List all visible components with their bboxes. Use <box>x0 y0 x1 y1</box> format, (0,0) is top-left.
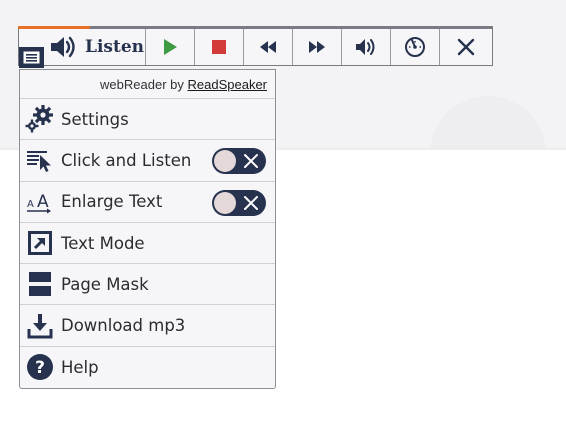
enlarge-text-toggle[interactable] <box>212 189 266 216</box>
toggle-off-icon <box>244 195 258 210</box>
svg-text:A: A <box>27 199 34 210</box>
toggle-off-icon <box>244 154 258 169</box>
svg-text:?: ? <box>35 358 45 378</box>
menu-item-page-mask[interactable]: Page Mask <box>20 264 275 306</box>
listen-label: Listen <box>85 37 145 57</box>
menu-item-label: Enlarge Text <box>61 192 163 212</box>
toggle-knob <box>214 191 236 214</box>
speedometer-icon <box>405 37 426 57</box>
gears-icon <box>25 105 53 133</box>
play-button[interactable] <box>146 29 196 65</box>
menu-item-label: Settings <box>61 109 129 129</box>
play-icon <box>164 39 178 55</box>
menu-header: webReader by ReadSpeaker <box>20 70 275 99</box>
readspeaker-link[interactable]: ReadSpeaker <box>188 77 268 92</box>
page-mask-icon <box>29 272 51 297</box>
listen-button[interactable]: Listen <box>19 29 147 68</box>
background-decoration <box>430 96 546 148</box>
text-mode-icon <box>28 231 52 256</box>
menu-item-label: Click and Listen <box>61 150 192 170</box>
close-button[interactable] <box>440 29 492 65</box>
volume-button[interactable] <box>342 29 392 65</box>
menu-item-click-and-listen[interactable]: Click and Listen <box>20 140 275 182</box>
menu-item-label: Page Mask <box>61 274 149 294</box>
menu-item-text-mode[interactable]: Text Mode <box>20 223 275 265</box>
menu-item-settings[interactable]: Settings <box>20 99 275 141</box>
download-icon <box>27 313 53 339</box>
menu-toggle-button[interactable] <box>19 47 44 68</box>
menu-item-enlarge-text[interactable]: A A Enlarge Text <box>20 182 275 223</box>
menu-header-text: webReader by <box>100 76 188 92</box>
close-icon <box>457 38 475 56</box>
toggle-knob <box>214 150 236 173</box>
enlarge-text-icon: A A <box>27 192 51 214</box>
stop-icon <box>212 40 227 54</box>
speaker-icon <box>51 36 75 58</box>
help-icon: ? <box>27 354 53 381</box>
speed-button[interactable] <box>391 29 441 65</box>
menu-item-help[interactable]: ? Help <box>20 347 275 388</box>
stop-button[interactable] <box>195 29 245 65</box>
volume-icon <box>356 39 375 55</box>
webreader-menu: webReader by ReadSpeaker Settings Click … <box>19 69 276 389</box>
readspeaker-toolbar: Listen <box>18 26 493 68</box>
click-listen-toggle[interactable] <box>212 148 266 175</box>
menu-item-download-mp3[interactable]: Download mp3 <box>20 305 275 347</box>
rewind-button[interactable] <box>244 29 293 65</box>
fast-forward-icon <box>308 41 325 53</box>
menu-icon <box>23 51 40 64</box>
menu-item-label: Download mp3 <box>61 316 186 336</box>
fast-forward-button[interactable] <box>293 29 342 65</box>
rewind-icon <box>259 41 276 53</box>
menu-item-label: Help <box>61 357 99 377</box>
click-listen-icon <box>27 151 51 173</box>
menu-item-label: Text Mode <box>61 233 145 253</box>
